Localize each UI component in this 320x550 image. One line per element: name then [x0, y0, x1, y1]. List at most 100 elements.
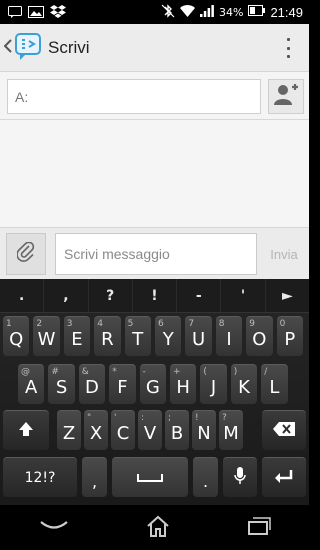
key-secondary-label: - — [142, 367, 146, 377]
key-secondary-label: ! — [195, 413, 199, 423]
key-comma[interactable]: , — [44, 279, 89, 312]
punctuation-row: . , ? ! - ' ► — [0, 279, 309, 313]
home-icon[interactable] — [146, 515, 170, 541]
key-f[interactable]: * F — [109, 364, 136, 404]
key-secondary-label: 6 — [158, 319, 164, 329]
key-s[interactable]: # S — [48, 364, 75, 404]
key-n[interactable]: ! N — [192, 410, 216, 450]
chevron-left-icon — [3, 38, 12, 57]
key-r[interactable]: 4R — [94, 316, 121, 356]
key-l[interactable]: / L — [261, 364, 288, 404]
bluetooth-muted-icon — [161, 3, 175, 21]
comma-key[interactable]: , — [82, 457, 107, 497]
key-secondary-label: ; — [168, 413, 172, 423]
key-k[interactable]: ) K — [230, 364, 258, 404]
enter-key[interactable] — [262, 457, 306, 497]
key-label: X — [89, 423, 103, 444]
key-label: G — [145, 377, 160, 398]
key-label: R — [101, 329, 114, 350]
add-contact-button[interactable] — [268, 79, 304, 114]
key-z[interactable]: Z — [57, 410, 81, 450]
message-input[interactable]: Scrivi messaggio — [55, 233, 257, 275]
key-row-1: 1Q2W3E4R5T6Y7U8I9O0P — [0, 316, 309, 360]
space-icon — [137, 468, 163, 487]
dropbox-icon — [50, 3, 66, 22]
key-h[interactable]: + H — [170, 364, 197, 404]
period-key[interactable]: . — [193, 457, 218, 497]
key-x[interactable]: " X — [84, 410, 108, 450]
key-u[interactable]: 7U — [185, 316, 212, 356]
key-label: C — [116, 423, 130, 444]
key-secondary-label: * — [112, 367, 117, 377]
keyboard: . , ? ! - ' ► 1Q2W3E4R5T6Y7U8I9O0P @ A # S &… — [0, 279, 309, 505]
page-title: Scrivi — [48, 37, 90, 57]
key-i[interactable]: 8I — [215, 316, 243, 356]
backspace-key[interactable] — [262, 410, 306, 450]
clock: 21:49 — [270, 4, 303, 20]
image-notification-icon — [28, 3, 44, 22]
key-secondary-label: 2 — [36, 319, 43, 329]
key-d[interactable]: & D — [78, 364, 106, 404]
recent-apps-icon[interactable] — [247, 516, 271, 539]
key-e[interactable]: 3E — [63, 316, 91, 356]
key-label: S — [55, 377, 68, 398]
key-y[interactable]: 6Y — [155, 316, 182, 356]
key-q[interactable]: 1Q — [3, 316, 30, 356]
key-secondary-label: 8 — [218, 319, 225, 329]
enter-icon — [274, 468, 294, 487]
key-secondary-label: 0 — [279, 319, 286, 329]
compose-row: Scrivi messaggio Invia — [0, 227, 309, 279]
up-navigation-button[interactable] — [0, 24, 42, 72]
key-w[interactable]: 2W — [33, 316, 60, 356]
key-row-3: Z " X ' C: V; B! N? M — [0, 410, 309, 454]
add-contact-icon — [273, 83, 299, 110]
shift-key[interactable] — [3, 410, 49, 450]
key-secondary-label: 3 — [66, 319, 73, 329]
key-label: U — [191, 329, 206, 350]
key-b[interactable]: ; B — [165, 410, 189, 450]
signal-icon — [200, 4, 214, 20]
key-a[interactable]: @ A — [18, 364, 45, 404]
key-secondary-label: ( — [203, 367, 207, 377]
key-c[interactable]: ' C — [111, 410, 135, 450]
key-secondary-label: 4 — [97, 319, 103, 329]
more-punctuation-icon[interactable]: ► — [266, 279, 309, 312]
battery-icon — [248, 5, 266, 19]
key-g[interactable]: -G — [139, 364, 166, 404]
space-key[interactable] — [112, 457, 188, 497]
key-j[interactable]: (J — [200, 364, 227, 404]
symbols-key[interactable]: 12!? — [3, 457, 77, 497]
key-secondary-label: / — [264, 367, 268, 377]
recipient-input[interactable]: A: — [7, 79, 261, 114]
overflow-menu-icon[interactable] — [285, 38, 291, 58]
key-label: Y — [162, 329, 174, 350]
key-label: L — [269, 377, 280, 398]
key-secondary-label: & — [81, 367, 89, 377]
key-apostrophe[interactable]: ' — [221, 279, 266, 312]
key-label: B — [170, 423, 184, 444]
voice-input-key[interactable] — [223, 457, 257, 497]
key-m[interactable]: ? M — [219, 410, 243, 450]
key-exclamation[interactable]: ! — [133, 279, 178, 312]
key-label: E — [71, 329, 83, 350]
key-secondary-label: ' — [114, 413, 117, 423]
navigation-bar — [0, 505, 309, 550]
key-row-4: 12!? , . — [0, 457, 309, 501]
send-button[interactable]: Invia — [262, 233, 306, 275]
key-label: A — [25, 377, 38, 398]
key-o[interactable]: 9O — [246, 316, 273, 356]
back-icon[interactable] — [39, 518, 69, 537]
key-label: I — [226, 329, 232, 350]
key-label: M — [223, 423, 239, 444]
attach-button[interactable] — [6, 233, 46, 275]
key-label: Q — [9, 329, 24, 350]
key-period[interactable]: . — [0, 279, 45, 312]
key-p[interactable]: 0P — [276, 316, 303, 356]
key-v[interactable]: :V — [138, 410, 162, 450]
key-secondary-label: @ — [21, 367, 30, 377]
battery-percent: 34% — [219, 5, 244, 19]
key-t[interactable]: 5T — [124, 316, 151, 356]
key-label: J — [210, 377, 217, 398]
key-dash[interactable]: - — [177, 279, 222, 312]
key-question[interactable]: ? — [89, 279, 133, 312]
